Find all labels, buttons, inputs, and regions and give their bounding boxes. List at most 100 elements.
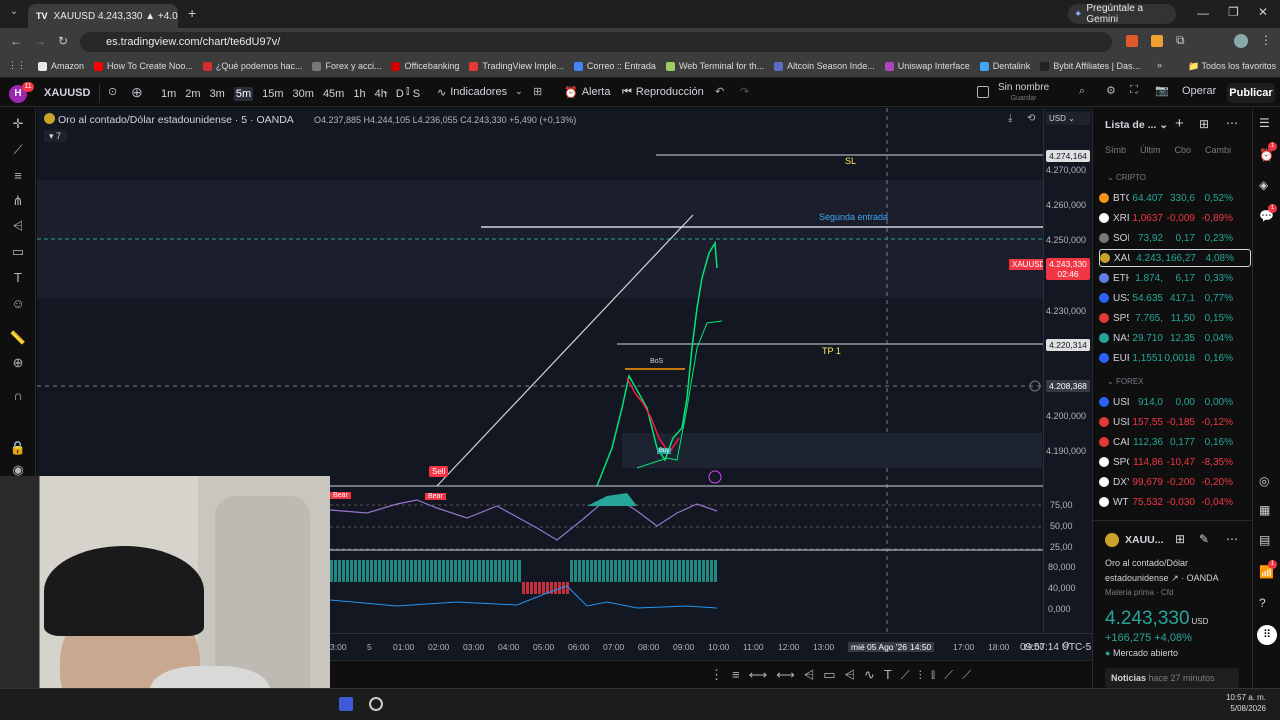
timeframe-1h[interactable]: 1h — [353, 88, 365, 100]
watchlist-column-header[interactable]: Cbo — [1175, 145, 1192, 155]
time-axis[interactable]: 3:00 5 01:00 02:00 03:00 04:00 05:00 06:00 07:00… — [330, 633, 1092, 660]
timeframe-S[interactable]: S — [413, 88, 420, 100]
watchlist-row[interactable]: XRP1,0637-0,009 -0,89% — [1099, 209, 1251, 227]
more-bookmarks-icon[interactable]: » — [1157, 60, 1162, 70]
settings-gear-icon[interactable]: ⚙ — [1106, 84, 1116, 97]
watchlist-row[interactable]: CAD 112,36 0,177 0,16% — [1099, 433, 1251, 451]
extensions-puzzle-icon[interactable]: ⧉ — [1176, 33, 1185, 48]
gemini-button[interactable]: ✦ Pregúntale a Gemini — [1068, 3, 1176, 25]
shapes-icon[interactable]: ▭ — [9, 243, 27, 261]
crosshair-icon[interactable]: ✛ — [9, 115, 27, 133]
utc-clock[interactable]: 09:57:14 UTC-5 — [1020, 642, 1091, 653]
bookmark-item[interactable]: Uniswap Interface — [884, 61, 970, 71]
edit-icon[interactable]: ✎ — [1199, 532, 1209, 546]
details-more-icon[interactable]: ⋯ — [1226, 532, 1238, 546]
menu-icon[interactable]: ⋮ — [1260, 33, 1272, 47]
timeframe-1m[interactable]: 1m — [161, 88, 176, 100]
watchlist-row[interactable]: EUR1,15510,0018 0,16% — [1099, 349, 1251, 367]
bookmark-item[interactable]: How To Create Noo... — [94, 61, 193, 71]
symbol-search[interactable]: XAUUSD — [38, 84, 100, 103]
extension-icon-2[interactable] — [1151, 35, 1163, 47]
watch-symbol-icon[interactable]: ⊙ — [108, 85, 117, 98]
more-options-icon[interactable]: ⋯ — [1226, 116, 1238, 130]
profile-avatar[interactable] — [1234, 34, 1248, 48]
trend-line-icon[interactable]: ⟋ — [9, 141, 27, 159]
back-icon[interactable]: ← — [10, 34, 22, 48]
trade-button[interactable]: Operar — [1182, 85, 1216, 97]
magnet-icon[interactable]: ∩ — [9, 387, 27, 405]
watchlist-row[interactable]: USD 914,0 0,00 0,00% — [1099, 393, 1251, 411]
active-tab[interactable]: TV XAUUSD 4.243,330 ▲ +4.08% S ✕ — [28, 4, 178, 28]
layers-icon[interactable]: ◈ — [1259, 178, 1268, 192]
extension-icon[interactable] — [1126, 35, 1138, 47]
timeframe-3m[interactable]: 3m — [210, 88, 225, 100]
tab-search-icon[interactable]: ⌄ — [6, 6, 22, 22]
watchlist-row[interactable]: SPC 114,86-10,47 -8,35% — [1099, 453, 1251, 471]
watchlist-title[interactable]: Lista de ... ⌄ — [1105, 119, 1168, 131]
watchlist-layout-icon[interactable]: ⊞ — [1199, 117, 1209, 131]
ruler-icon[interactable]: 📏 — [9, 329, 27, 347]
calendar-icon[interactable]: ▦ — [1259, 503, 1270, 517]
watchlist-row[interactable]: USD157,55-0,185 -0,12% — [1099, 413, 1251, 431]
watchlist-row[interactable]: DXY99,679-0,200 -0,20% — [1099, 473, 1251, 491]
timeframe-2m[interactable]: 2m — [185, 88, 200, 100]
help-icon[interactable]: ? — [1259, 596, 1266, 610]
text-icon[interactable]: T — [9, 269, 27, 287]
taskbar-app-icon[interactable] — [339, 697, 353, 711]
pitchfork-icon[interactable]: ⋔ — [9, 192, 27, 210]
watchlist-row[interactable]: US354.635 417,1 0,77% — [1099, 289, 1251, 307]
timeframe-30m[interactable]: 30m — [293, 88, 314, 100]
bookmark-item[interactable]: ¿Qué podemos hac... — [202, 61, 302, 71]
watchlist-row[interactable]: XAU 4.243,166,27 4,08% — [1099, 249, 1251, 267]
book-icon[interactable]: ▤ — [1259, 533, 1270, 547]
watchlist-row[interactable]: SOL 73,92 0,17 0,23% — [1099, 229, 1251, 247]
news-row[interactable]: Noticias hace 27 minutos — [1105, 668, 1239, 688]
bookmark-item[interactable]: Amazon — [38, 61, 84, 71]
bookmark-item[interactable]: Officebanking — [391, 61, 459, 71]
horizontal-lines-icon[interactable]: ≡ — [9, 167, 27, 185]
target-icon[interactable]: ◎ — [1259, 474, 1269, 488]
watchlist-row[interactable]: BTC64.407 330,6 0,52% — [1099, 189, 1251, 207]
fib-icon[interactable]: ⩤ — [9, 217, 27, 235]
crypto-section-header[interactable]: ⌄ CRIPTO — [1107, 173, 1146, 182]
watchlist-row[interactable]: SP5 7.765, 11,50 0,15% — [1099, 309, 1251, 327]
lock-icon[interactable]: 🔒 — [9, 439, 27, 457]
bookmark-item[interactable]: Forex y acci... — [312, 61, 381, 71]
bookmark-item[interactable]: Bybit Affiliates | Das... — [1040, 61, 1140, 71]
timeframe-D[interactable]: D — [396, 88, 404, 100]
forex-section-header[interactable]: ⌄ FOREX — [1107, 377, 1144, 386]
quick-search-icon[interactable]: ⌕ — [1079, 85, 1085, 98]
taskbar-clock[interactable]: 10:57 a. m. 5/08/2026 — [1222, 693, 1266, 713]
bookmark-item[interactable]: TradingView Imple... — [469, 61, 564, 71]
alert-button[interactable]: ⏰ Alerta — [564, 86, 610, 99]
bookmark-item[interactable]: Altcoin Season Inde... — [774, 61, 875, 71]
details-grid-icon[interactable]: ⊞ — [1175, 532, 1185, 546]
layout-icon[interactable] — [977, 86, 989, 98]
publish-button[interactable]: Publicar — [1227, 83, 1275, 103]
apps-icon[interactable]: ⠿ — [1257, 625, 1277, 645]
layout-name-button[interactable]: Sin nombre Guardar — [998, 83, 1049, 104]
add-symbol-icon[interactable]: + — [1175, 115, 1184, 132]
apps-grid-icon[interactable]: ⋮⋮ — [8, 60, 26, 71]
timeframe-5m[interactable]: 5m — [233, 87, 254, 101]
watchlist-row[interactable]: ETH 1.874, 6,17 0,33% — [1099, 269, 1251, 287]
close-window-icon[interactable]: ✕ — [1258, 5, 1268, 19]
timeframe-45m[interactable]: 45m — [323, 88, 344, 100]
forward-icon[interactable]: → — [34, 34, 46, 48]
timeframe-15m[interactable]: 15m — [262, 88, 283, 100]
indicators-button[interactable]: ∿ Indicadores ⌄ — [437, 86, 523, 99]
all-bookmarks-folder[interactable]: 📁 Todos los favoritos — [1188, 61, 1276, 72]
chrome-taskbar-icon[interactable] — [369, 697, 383, 711]
chart-title[interactable]: Oro al contado/Dólar estadounidense · 5 … — [58, 114, 294, 126]
price-axis[interactable]: USD ⌄ 4.270,000 4.260,000 4.250,000 4.230,0… — [1043, 108, 1092, 633]
bookmark-item[interactable]: Dentalink — [979, 61, 1030, 71]
undo-icon[interactable]: ↶ — [715, 85, 724, 98]
fullscreen-icon[interactable]: ⛶ — [1130, 84, 1138, 97]
templates-icon[interactable]: ⊞ — [533, 85, 542, 98]
watchlist-row[interactable]: WT 75,532 -0,030 -0,04% — [1099, 493, 1251, 511]
url-field[interactable]: es.tradingview.com/chart/te6dU97v/ — [80, 32, 1112, 52]
camera-icon[interactable]: 📷 — [1155, 84, 1169, 97]
watchlist-row[interactable]: NAS29.710 12,35 0,04% — [1099, 329, 1251, 347]
indicator-toggle[interactable]: ▾ 7 — [44, 130, 66, 142]
bookmark-item[interactable]: Web Terminal for th... — [665, 61, 764, 71]
